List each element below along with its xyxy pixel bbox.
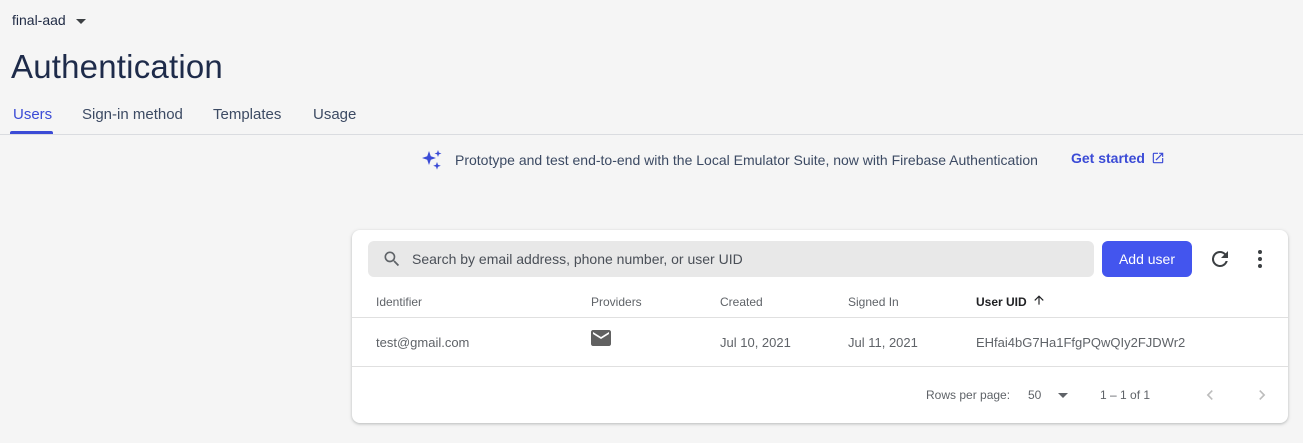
chevron-down-icon[interactable] (1058, 393, 1068, 398)
tab-sign-in-method[interactable]: Sign-in method (82, 106, 183, 123)
tab-usage[interactable]: Usage (313, 106, 356, 123)
active-tab-indicator (10, 131, 53, 134)
open-in-new-icon (1152, 152, 1164, 164)
page-title: Authentication (11, 48, 223, 85)
column-user-uid[interactable]: User UID (976, 295, 1027, 309)
banner-text: Prototype and test end-to-end with the L… (455, 152, 1038, 168)
tab-bar: Users Sign-in method Templates Usage (0, 96, 1303, 135)
rows-per-page-label: Rows per page: (926, 388, 1011, 402)
cell-user-uid: EHfai4bG7Ha1FfgPQwQIy2FJDWr2 (976, 335, 1186, 350)
column-created[interactable]: Created (720, 295, 763, 309)
get-started-label: Get started (1071, 150, 1145, 166)
get-started-link[interactable]: Get started (1071, 150, 1165, 166)
table-header: Identifier Providers Created Signed In U… (352, 286, 1288, 318)
cell-signed-in: Jul 11, 2021 (848, 335, 918, 350)
sparkle-icon (422, 150, 442, 170)
cell-created: Jul 10, 2021 (720, 335, 791, 350)
tab-templates[interactable]: Templates (213, 106, 281, 123)
column-identifier[interactable]: Identifier (376, 295, 422, 309)
more-vert-icon[interactable] (1248, 247, 1272, 271)
users-card: Add user Identifier Providers Created Si… (352, 230, 1288, 423)
table-row[interactable]: test@gmail.com Jul 10, 2021 Jul 11, 2021… (352, 318, 1288, 367)
cell-identifier: test@gmail.com (376, 335, 470, 350)
column-providers[interactable]: Providers (591, 295, 642, 309)
refresh-icon[interactable] (1208, 247, 1232, 271)
search-icon (384, 251, 400, 267)
project-selector[interactable]: final-aad (12, 12, 86, 28)
mail-icon (591, 330, 611, 346)
table-pagination: Rows per page: 50 1 – 1 of 1 (352, 367, 1288, 423)
rows-per-page-select[interactable]: 50 (1028, 388, 1041, 402)
emulator-banner: Prototype and test end-to-end with the L… (420, 148, 1038, 172)
project-name: final-aad (12, 12, 66, 28)
chevron-right-icon[interactable] (1252, 385, 1272, 405)
column-signed-in[interactable]: Signed In (848, 295, 899, 309)
tab-users[interactable]: Users (13, 106, 52, 123)
search-bar (368, 241, 1094, 277)
chevron-down-icon (75, 18, 86, 24)
search-input[interactable] (412, 251, 1072, 267)
arrow-upward-icon[interactable] (1032, 293, 1046, 307)
chevron-left-icon[interactable] (1200, 385, 1220, 405)
add-user-button[interactable]: Add user (1102, 241, 1192, 277)
pagination-range: 1 – 1 of 1 (1100, 388, 1151, 402)
